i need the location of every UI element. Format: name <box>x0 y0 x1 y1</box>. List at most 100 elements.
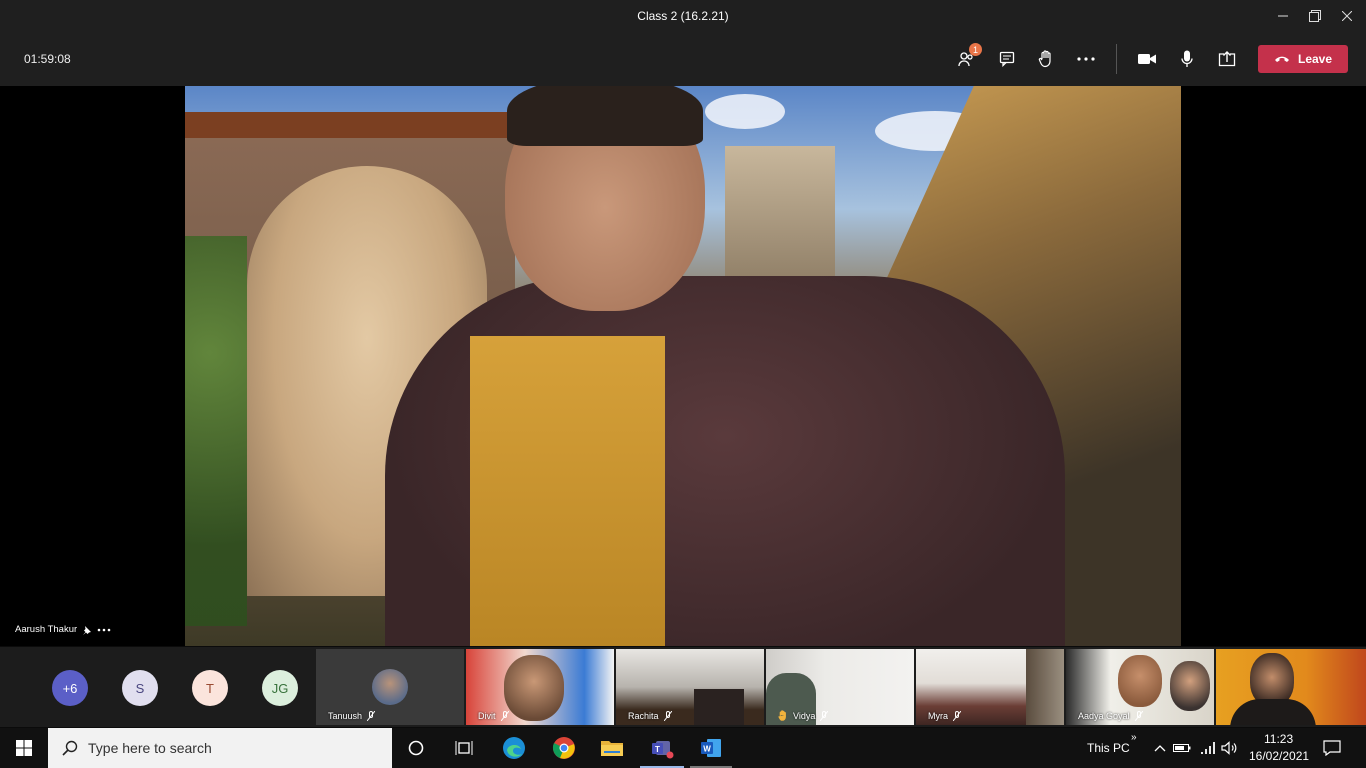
participant-name: Myra <box>928 711 948 721</box>
raise-hand-button[interactable] <box>1032 46 1060 72</box>
file-explorer-taskbar-button[interactable] <box>598 734 626 762</box>
speaker-name-label: Aarush Thakur <box>15 624 111 635</box>
close-icon[interactable] <box>1330 0 1364 32</box>
chrome-taskbar-button[interactable] <box>550 734 578 762</box>
svg-text:W: W <box>703 745 711 754</box>
mic-muted-icon <box>663 711 672 721</box>
title-bar: Class 2 (16.2.21) <box>0 0 1366 32</box>
hang-up-icon <box>1274 56 1289 62</box>
participant-label: Aadya Goyal <box>1078 711 1143 721</box>
teams-meeting-window: Class 2 (16.2.21) 01:59:08 1 Leave Aarus… <box>0 0 1366 768</box>
start-button[interactable] <box>10 734 38 762</box>
word-taskbar-button[interactable]: W <box>697 734 725 762</box>
participant-avatar[interactable]: S <box>122 670 158 706</box>
participant-label: Divit <box>478 711 509 721</box>
participant-name: Aadya Goyal <box>1078 711 1130 721</box>
meeting-timer: 01:59:08 <box>24 52 71 66</box>
participant-tile[interactable]: Myra <box>916 649 1064 725</box>
participant-photo <box>372 669 408 705</box>
word-icon: W <box>701 739 721 757</box>
participant-tile[interactable]: Divit <box>466 649 614 725</box>
cortana-button[interactable] <box>402 734 430 762</box>
mic-muted-icon <box>1134 711 1143 721</box>
minimize-icon[interactable] <box>1266 0 1300 32</box>
action-center-button[interactable] <box>1318 734 1346 762</box>
mic-muted-icon <box>953 711 961 721</box>
participant-avatar[interactable]: T <box>192 670 228 706</box>
participant-name: Divit <box>478 711 496 721</box>
participant-video <box>1230 699 1316 725</box>
participant-tile[interactable]: Rachita <box>616 649 764 725</box>
speaker-hair <box>507 86 703 146</box>
raised-hand-icon <box>778 710 786 721</box>
leave-button[interactable]: Leave <box>1258 45 1348 73</box>
clock-time[interactable]: 11:23 <box>1264 732 1293 746</box>
wifi-icon <box>1201 742 1215 754</box>
microphone-icon <box>1181 50 1193 67</box>
folder-icon <box>601 741 623 756</box>
participant-avatar[interactable]: JG <box>262 670 298 706</box>
svg-text:T: T <box>655 745 660 754</box>
participant-tile[interactable] <box>1216 649 1366 725</box>
participants-badge: 1 <box>969 43 982 56</box>
window-title: Class 2 (16.2.21) <box>637 9 729 23</box>
share-screen-button[interactable] <box>1213 46 1241 72</box>
participant-name: Vidya <box>793 710 816 721</box>
more-options-button[interactable] <box>1072 46 1100 72</box>
volume-icon <box>1221 741 1237 755</box>
this-pc-toolbar-label[interactable]: This PC <box>1087 741 1130 755</box>
mic-muted-icon <box>820 710 829 721</box>
participant-video <box>1118 655 1162 707</box>
toolbar-expand-icon[interactable]: » <box>1131 732 1137 743</box>
mic-muted-icon <box>500 711 509 721</box>
speaker-more-icon[interactable] <box>97 628 111 632</box>
teams-icon: T <box>652 741 674 759</box>
leave-label: Leave <box>1297 52 1333 66</box>
participant-tile[interactable]: Vidya <box>766 649 914 725</box>
participant-tile[interactable]: Tanuush <box>316 649 464 725</box>
gallery-strip: +6 S T JG Tanuush Divit Rachita Vidya My… <box>0 647 1366 727</box>
chat-button[interactable] <box>993 46 1021 72</box>
main-stage: Aarush Thakur <box>0 86 1366 646</box>
more-options-icon <box>1077 57 1095 61</box>
participant-name: Rachita <box>628 711 659 721</box>
chevron-up-icon <box>1154 745 1166 752</box>
participants-button[interactable]: 1 <box>952 43 982 72</box>
cortana-icon <box>408 740 424 756</box>
meeting-toolbar: 01:59:08 1 Leave <box>0 32 1366 86</box>
battery-button[interactable] <box>1168 734 1196 762</box>
teams-taskbar-button[interactable]: T <box>648 734 676 762</box>
cloud-shape <box>705 94 785 129</box>
task-view-icon <box>455 741 473 755</box>
participant-label: Tanuush <box>328 711 376 721</box>
participant-video <box>1170 661 1210 711</box>
speaker-name: Aarush Thakur <box>15 624 78 635</box>
participant-label: Vidya <box>778 710 829 721</box>
participant-video <box>694 689 744 725</box>
microphone-button[interactable] <box>1173 46 1201 72</box>
share-screen-icon <box>1218 51 1236 67</box>
participant-tile[interactable]: Aadya Goyal <box>1066 649 1214 725</box>
task-view-button[interactable] <box>450 734 478 762</box>
overflow-participants-button[interactable]: +6 <box>52 670 88 706</box>
mic-muted-icon <box>367 711 376 721</box>
background-ivy <box>185 236 247 626</box>
taskbar-search-box[interactable]: Type here to search <box>48 728 392 768</box>
windows-logo-icon <box>16 740 32 756</box>
search-placeholder: Type here to search <box>88 740 212 756</box>
camera-button[interactable] <box>1133 46 1161 72</box>
volume-button[interactable] <box>1216 734 1244 762</box>
search-icon <box>62 740 78 756</box>
participant-video <box>1026 649 1064 725</box>
windows-taskbar: Type here to search T W This PC » 11:23 … <box>0 728 1366 768</box>
chrome-icon <box>552 737 575 759</box>
background-beam <box>185 112 515 138</box>
clock-date[interactable]: 16/02/2021 <box>1249 749 1309 763</box>
battery-icon <box>1173 744 1191 752</box>
participant-label: Rachita <box>628 711 672 721</box>
participant-label: Myra <box>928 711 961 721</box>
restore-icon[interactable] <box>1298 0 1332 32</box>
edge-taskbar-button[interactable] <box>500 734 528 762</box>
chat-icon <box>999 51 1015 67</box>
speaker-video[interactable] <box>185 86 1181 646</box>
